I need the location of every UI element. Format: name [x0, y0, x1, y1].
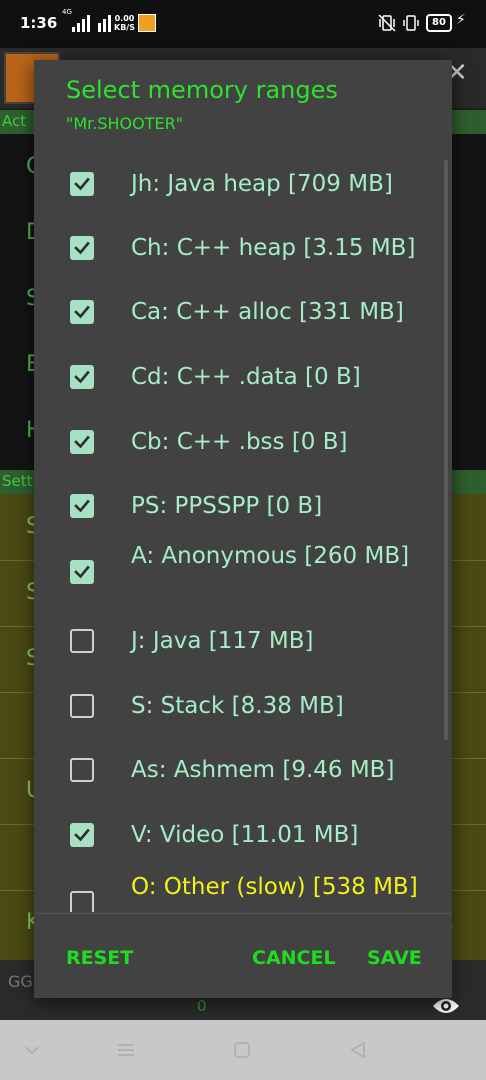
network-type: 4G — [62, 8, 72, 16]
check-icon — [74, 435, 90, 449]
memory-range-label: J: Java [117 MB] — [131, 628, 314, 654]
checkbox-unchecked[interactable] — [70, 891, 94, 912]
dialog-subtitle: "Mr.SHOOTER" — [66, 114, 184, 133]
checkbox-checked[interactable] — [70, 300, 94, 324]
nav-home-icon[interactable] — [228, 1036, 256, 1064]
nav-back-icon[interactable] — [344, 1036, 372, 1064]
navigation-bar — [0, 1020, 486, 1080]
battery-icon: 80 — [426, 14, 452, 32]
memory-ranges-dialog: Select memory ranges "Mr.SHOOTER" Jh: Ja… — [34, 60, 452, 998]
memory-range-label: PS: PPSSPP [0 B] — [131, 493, 323, 519]
vibration-mode-icon — [403, 15, 419, 31]
memory-range-list[interactable]: Jh: Java heap [709 MB] Ch: C++ heap [3.15… — [34, 150, 452, 912]
check-icon — [74, 499, 90, 513]
check-icon — [74, 370, 90, 384]
nav-menu-icon[interactable] — [112, 1036, 140, 1064]
check-icon — [74, 828, 90, 842]
memory-range-label: S: Stack [8.38 MB] — [131, 693, 344, 719]
background-footer-label: GG — [8, 972, 33, 991]
charging-icon: ⚡ — [456, 12, 466, 28]
memory-range-label: Cb: C++ .bss [0 B] — [131, 429, 348, 455]
checkbox-checked[interactable] — [70, 430, 94, 454]
background-footer-value: 0 — [197, 997, 207, 1015]
checkbox-checked[interactable] — [70, 560, 94, 584]
background-settings-label: Sett — [2, 472, 33, 490]
eye-icon[interactable] — [432, 996, 460, 1016]
signal-icon: 4G — [62, 8, 111, 32]
save-button[interactable]: SAVE — [367, 947, 422, 969]
check-icon — [74, 177, 90, 191]
checkbox-unchecked[interactable] — [70, 758, 94, 782]
checkbox-checked[interactable] — [70, 236, 94, 260]
memory-range-label: O: Other (slow) [538 MB] — [131, 874, 418, 900]
checkbox-unchecked[interactable] — [70, 694, 94, 718]
memory-range-label: Jh: Java heap [709 MB] — [131, 171, 393, 197]
check-icon — [74, 305, 90, 319]
vibrate-icon — [378, 14, 396, 32]
memory-range-label: A: Anonymous [260 MB] — [131, 543, 410, 569]
memory-range-label: As: Ashmem [9.46 MB] — [131, 757, 395, 783]
checkbox-checked[interactable] — [70, 494, 94, 518]
nav-down-icon[interactable] — [18, 1036, 46, 1064]
dialog-title: Select memory ranges — [66, 76, 338, 104]
reset-button[interactable]: RESET — [66, 947, 133, 969]
screen: 1:36 4G 0.00 KB/S 80 ⚡ ✕ Act S E Sett S … — [0, 0, 486, 1080]
net-speed-value: 0.00 — [114, 14, 135, 23]
background-section-label: Act — [2, 112, 27, 130]
check-icon — [74, 565, 90, 579]
memory-range-label: Cd: C++ .data [0 B] — [131, 364, 361, 390]
net-speed-unit: KB/S — [114, 23, 135, 32]
check-icon — [74, 241, 90, 255]
cancel-button[interactable]: CANCEL — [252, 947, 336, 969]
app-notification-icon — [138, 14, 156, 32]
checkbox-checked[interactable] — [70, 172, 94, 196]
status-time: 1:36 — [20, 14, 58, 32]
dialog-footer: RESET CANCEL SAVE — [34, 913, 452, 998]
checkbox-unchecked[interactable] — [70, 629, 94, 653]
memory-range-label: Ca: C++ alloc [331 MB] — [131, 299, 404, 325]
checkbox-checked[interactable] — [70, 365, 94, 389]
list-scrollbar[interactable] — [444, 160, 448, 740]
checkbox-checked[interactable] — [70, 823, 94, 847]
net-speed: 0.00 KB/S — [114, 14, 135, 32]
memory-range-label: Ch: C++ heap [3.15 MB] — [131, 235, 416, 261]
status-bar: 1:36 4G 0.00 KB/S 80 ⚡ — [0, 0, 486, 48]
memory-range-label: V: Video [11.01 MB] — [131, 822, 359, 848]
